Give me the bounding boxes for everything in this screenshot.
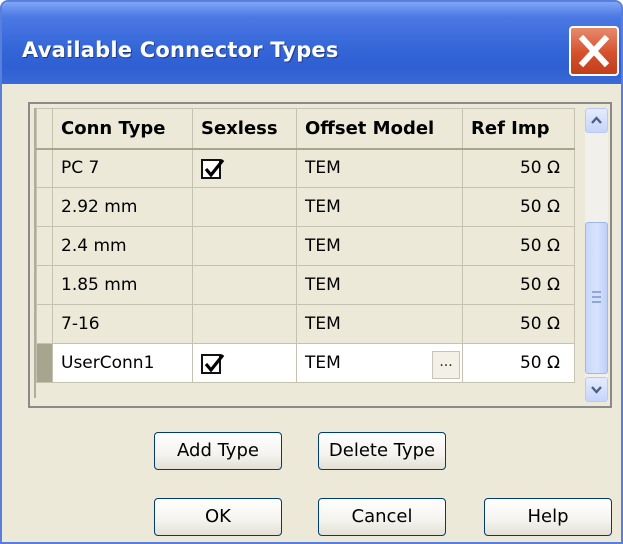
row-header-corner (36, 108, 53, 150)
ref-imp-cell[interactable]: 50 Ω (462, 343, 575, 383)
table-row[interactable]: 1.85 mm TEM 50 Ω (36, 265, 575, 305)
row-indicator[interactable] (36, 265, 53, 305)
connector-grid: Conn Type Sexless Offset Model Ref Imp P… (28, 102, 612, 408)
sexless-cell[interactable] (192, 343, 297, 383)
cancel-button[interactable]: Cancel (318, 498, 446, 536)
scroll-thumb[interactable] (585, 222, 608, 374)
offset-model-value: TEM (305, 353, 341, 373)
chevron-down-icon (591, 386, 602, 394)
scroll-down-button[interactable] (585, 377, 608, 402)
conn-type-cell[interactable]: 2.92 mm (52, 187, 193, 227)
sexless-cell[interactable] (192, 148, 297, 188)
row-indicator-selected[interactable] (36, 343, 53, 383)
add-type-button[interactable]: Add Type (154, 432, 282, 470)
offset-model-browse-button[interactable]: ... (432, 351, 460, 379)
sexless-cell[interactable] (192, 226, 297, 266)
checkmark-icon (204, 353, 225, 373)
row-indicator[interactable] (36, 187, 53, 227)
row-indicator[interactable] (36, 226, 53, 266)
connector-table: Conn Type Sexless Offset Model Ref Imp P… (36, 108, 575, 383)
table-row[interactable]: 2.92 mm TEM 50 Ω (36, 187, 575, 227)
ref-imp-cell[interactable]: 50 Ω (462, 187, 575, 227)
table-row[interactable]: 2.4 mm TEM 50 Ω (36, 226, 575, 266)
column-header-conn-type[interactable]: Conn Type (52, 108, 193, 150)
ref-imp-cell[interactable]: 50 Ω (462, 226, 575, 266)
window-title: Available Connector Types (22, 38, 339, 62)
table-row-selected[interactable]: UserConn1 TEM ... 50 Ω (36, 343, 575, 383)
vertical-scrollbar[interactable] (585, 108, 608, 402)
offset-model-cell[interactable]: TEM (296, 148, 463, 188)
offset-model-cell[interactable]: TEM ... (296, 343, 463, 383)
checkmark-icon (204, 158, 225, 178)
scroll-up-button[interactable] (585, 108, 608, 133)
offset-model-cell[interactable]: TEM (296, 187, 463, 227)
sexless-cell[interactable] (192, 265, 297, 305)
sexless-checkbox[interactable] (201, 158, 225, 179)
header-row: Conn Type Sexless Offset Model Ref Imp (36, 108, 575, 150)
conn-type-cell[interactable]: 7-16 (52, 304, 193, 344)
scroll-grip (592, 291, 601, 303)
column-header-offset-model[interactable]: Offset Model (296, 108, 463, 150)
row-indicator[interactable] (36, 148, 53, 188)
column-header-sexless[interactable]: Sexless (192, 108, 297, 150)
dialog-window: Available Connector Types Conn Type Sexl… (0, 0, 623, 544)
conn-type-cell[interactable]: PC 7 (52, 148, 193, 188)
offset-model-cell[interactable]: TEM (296, 226, 463, 266)
sexless-checkbox[interactable] (201, 353, 225, 374)
delete-type-button[interactable]: Delete Type (318, 432, 446, 470)
offset-model-cell[interactable]: TEM (296, 304, 463, 344)
ref-imp-cell[interactable]: 50 Ω (462, 148, 575, 188)
grid-body: Conn Type Sexless Offset Model Ref Imp P… (34, 108, 586, 398)
close-button[interactable] (569, 26, 619, 76)
chevron-up-icon (591, 116, 602, 124)
row-indicator[interactable] (36, 304, 53, 344)
ref-imp-cell[interactable]: 50 Ω (462, 265, 575, 305)
conn-type-cell[interactable]: 1.85 mm (52, 265, 193, 305)
column-header-ref-imp[interactable]: Ref Imp (462, 108, 575, 150)
close-icon (578, 34, 610, 68)
title-bar[interactable]: Available Connector Types (2, 2, 621, 84)
sexless-cell[interactable] (192, 304, 297, 344)
help-button[interactable]: Help (484, 498, 612, 536)
sexless-cell[interactable] (192, 187, 297, 227)
conn-type-cell[interactable]: UserConn1 (52, 343, 193, 383)
table-row[interactable]: 7-16 TEM 50 Ω (36, 304, 575, 344)
ok-button[interactable]: OK (154, 498, 282, 536)
offset-model-cell[interactable]: TEM (296, 265, 463, 305)
conn-type-cell[interactable]: 2.4 mm (52, 226, 193, 266)
ref-imp-cell[interactable]: 50 Ω (462, 304, 575, 344)
table-row[interactable]: PC 7 TEM 50 Ω (36, 148, 575, 188)
